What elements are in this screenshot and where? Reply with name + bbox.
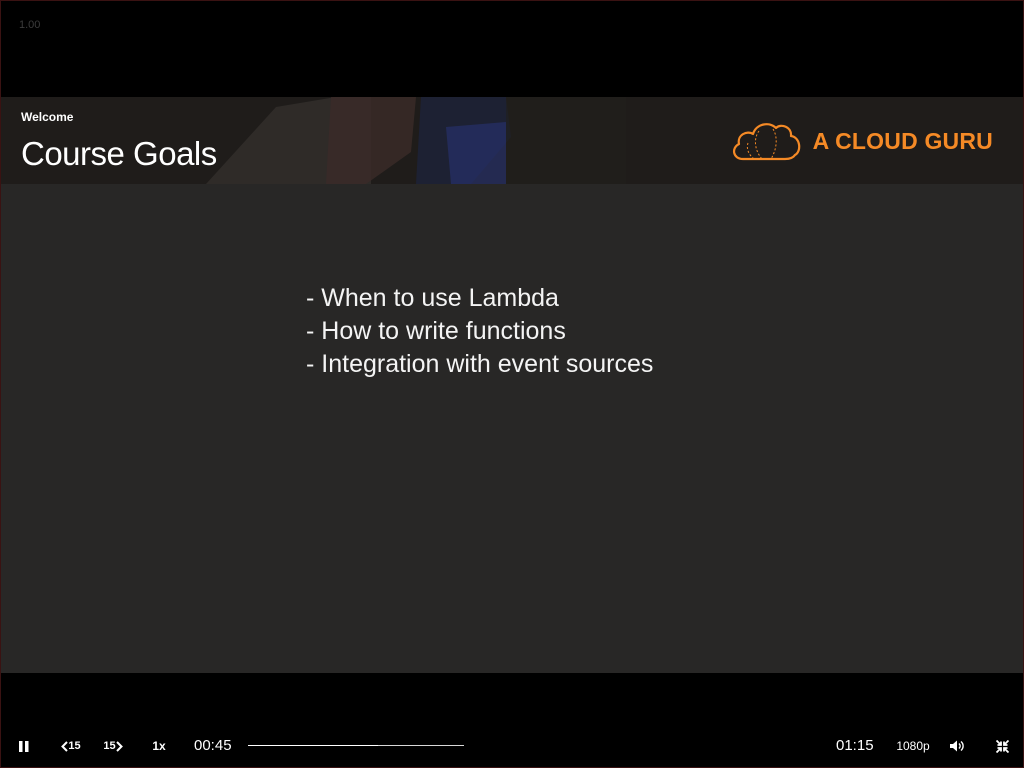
playback-rate-button[interactable]: 1x [149, 729, 169, 763]
slide-title: Course Goals [21, 135, 217, 172]
video-frame[interactable]: Welcome Course Goals A CLOUD GURU - When… [1, 97, 1023, 673]
pause-icon [19, 740, 29, 752]
list-item: - When to use Lambda [306, 284, 559, 312]
cloud-logo-icon [732, 123, 800, 161]
pause-button[interactable] [13, 729, 35, 763]
player-controls: 15 15 1x 00:45 01:15 1080p [1, 729, 1023, 763]
list-item: - Integration with event sources [306, 350, 654, 378]
volume-button[interactable] [947, 729, 967, 763]
slide-header: Welcome Course Goals A CLOUD GURU [1, 97, 1023, 184]
brand-name: A CLOUD GURU [812, 127, 993, 154]
chevron-left-icon [61, 740, 69, 752]
volume-icon [949, 740, 964, 752]
brand-logo-group: A CLOUD GURU [729, 119, 993, 163]
speed-readout: 1.00 [19, 19, 41, 31]
skip-back-label: 15 [68, 740, 81, 752]
chevron-right-icon [115, 740, 123, 752]
progress-fill [248, 745, 378, 746]
total-time: 01:15 [836, 737, 874, 754]
quality-button[interactable]: 1080p [894, 729, 932, 763]
skip-forward-button[interactable]: 15 [99, 729, 127, 763]
skip-forward-label: 15 [103, 740, 116, 752]
current-time: 00:45 [194, 737, 232, 754]
exit-fullscreen-button[interactable] [992, 729, 1012, 763]
exit-fullscreen-icon [995, 739, 1009, 753]
progress-bar[interactable] [248, 745, 464, 746]
presenter-video-overlay [206, 97, 626, 184]
video-player[interactable]: 1.00 Welcome Course Goals A CLOUD GURU -… [0, 0, 1024, 768]
list-item: - How to write functions [306, 317, 566, 345]
section-label: Welcome [21, 110, 74, 124]
skip-back-button[interactable]: 15 [57, 729, 85, 763]
course-goals-list: - When to use Lambda - How to write func… [306, 282, 653, 381]
